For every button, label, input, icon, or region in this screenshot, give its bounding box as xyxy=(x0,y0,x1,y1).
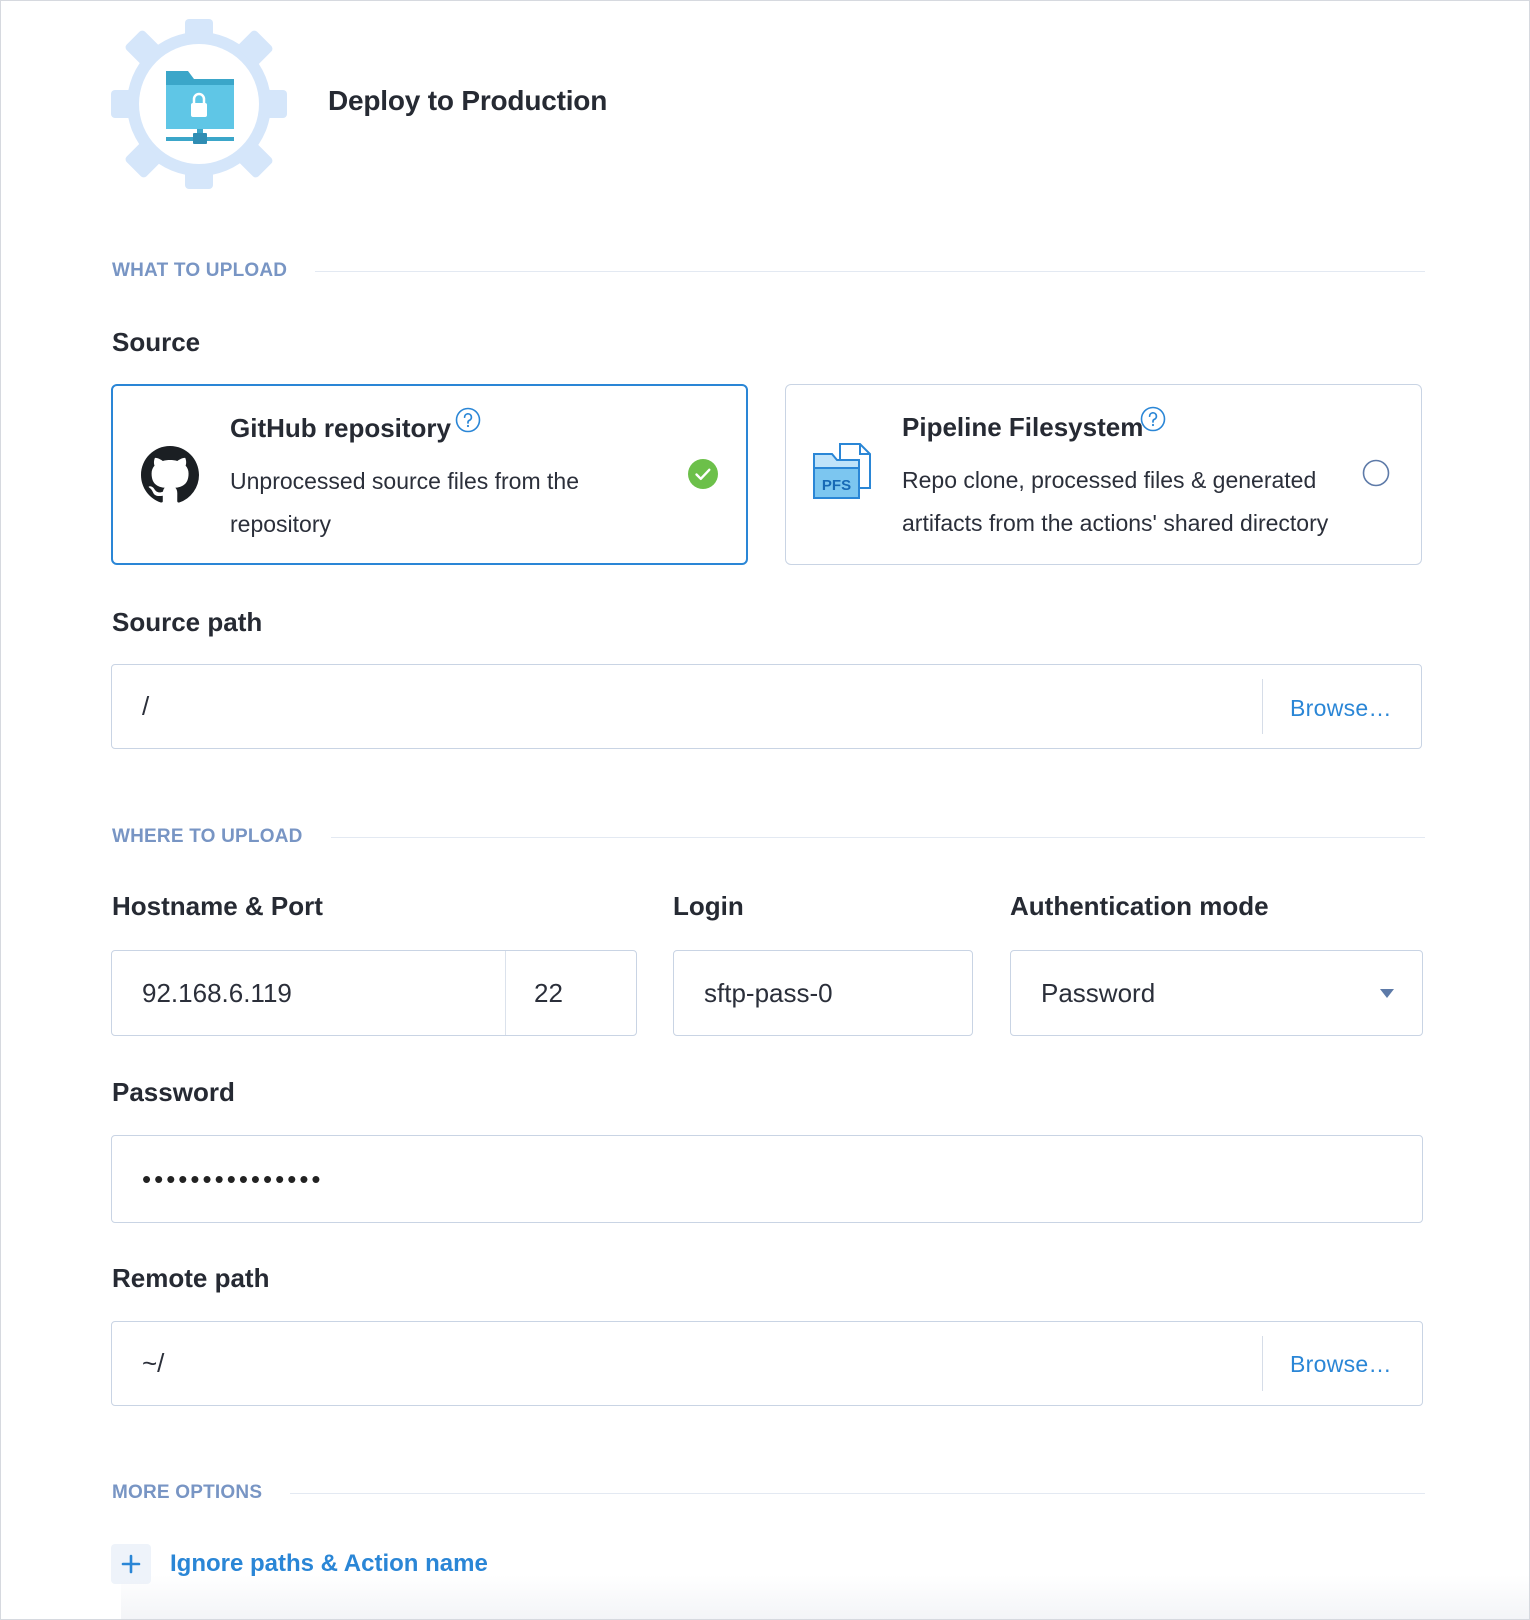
login-label: Login xyxy=(673,891,744,921)
check-circle-icon xyxy=(688,459,718,489)
chevron-down-icon xyxy=(1380,989,1394,998)
source-option-github[interactable]: GitHub repository Unprocessed source fil… xyxy=(111,384,748,565)
page-title: Deploy to Production xyxy=(328,85,608,116)
more-options-label: Ignore paths & Action name xyxy=(170,1550,488,1577)
option-title: GitHub repository xyxy=(230,413,452,443)
remote-path-value: ~/ xyxy=(142,1348,165,1378)
source-option-pipeline-filesystem[interactable]: PFS Pipeline Filesystem Repo clone, proc… xyxy=(785,384,1422,565)
source-label: Source xyxy=(112,327,201,357)
radio-button[interactable] xyxy=(1362,459,1390,487)
auth-mode-select[interactable]: Password xyxy=(1010,950,1423,1036)
pfs-logo-text: PFS xyxy=(822,477,851,494)
more-options-toggle[interactable]: Ignore paths & Action name xyxy=(111,1544,488,1584)
option-description: Unprocessed source files from the reposi… xyxy=(230,468,579,537)
github-icon xyxy=(141,446,199,509)
auth-mode-value: Password xyxy=(1041,977,1156,1008)
option-description: Repo clone, processed files & generated … xyxy=(902,467,1329,536)
auth-mode-label: Authentication mode xyxy=(1010,891,1269,921)
section-title: WHERE TO UPLOAD xyxy=(112,826,303,847)
remote-path-label: Remote path xyxy=(112,1263,270,1293)
help-icon[interactable] xyxy=(1140,406,1166,432)
port-input[interactable]: 22 xyxy=(504,978,563,1009)
source-path-label: Source path xyxy=(112,607,263,637)
section-what-to-upload: WHAT TO UPLOAD xyxy=(112,259,1425,283)
login-input[interactable]: sftp-pass-0 xyxy=(673,950,973,1036)
option-title: Pipeline Filesystem xyxy=(902,412,1144,442)
password-input[interactable]: ••••••••••••••• xyxy=(111,1135,1423,1223)
section-title: WHAT TO UPLOAD xyxy=(112,260,288,281)
section-where-to-upload: WHERE TO UPLOAD xyxy=(112,825,1425,849)
remote-path-input[interactable]: ~/ Browse… xyxy=(111,1321,1423,1406)
browse-divider xyxy=(1262,1336,1263,1391)
password-label: Password xyxy=(112,1077,235,1107)
source-path-browse-button[interactable]: Browse… xyxy=(1290,695,1392,722)
pipeline-action-form: Deploy to Production WHAT TO UPLOAD Sour… xyxy=(0,0,1530,1620)
pfs-icon: PFS xyxy=(812,442,874,507)
port-divider xyxy=(505,951,506,1035)
hostname-input[interactable]: 92.168.6.119 xyxy=(112,978,504,1009)
browse-divider xyxy=(1262,679,1263,734)
section-more-options: MORE OPTIONS xyxy=(112,1481,1425,1505)
section-divider xyxy=(330,836,1425,838)
section-divider xyxy=(315,270,1425,272)
login-value: sftp-pass-0 xyxy=(704,977,833,1008)
section-title: MORE OPTIONS xyxy=(112,1482,263,1503)
source-path-input[interactable]: / Browse… xyxy=(111,664,1422,749)
source-path-value: / xyxy=(142,691,150,721)
remote-path-browse-button[interactable]: Browse… xyxy=(1290,1351,1392,1378)
hostname-port-label: Hostname & Port xyxy=(112,891,323,921)
plus-icon xyxy=(111,1544,151,1584)
sftp-server-gear-icon xyxy=(111,19,287,189)
hostname-port-field: 92.168.6.119 22 xyxy=(111,950,637,1036)
password-value: ••••••••••••••• xyxy=(142,1163,324,1194)
help-icon[interactable] xyxy=(455,407,481,433)
section-divider xyxy=(290,1492,1425,1494)
